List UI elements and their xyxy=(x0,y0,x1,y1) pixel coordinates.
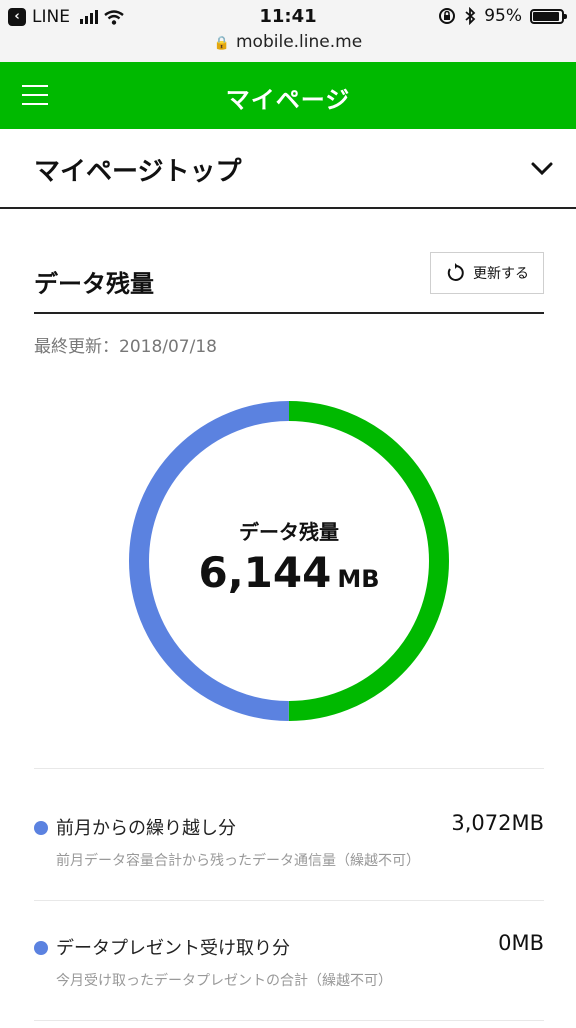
battery-percent: 95% xyxy=(484,6,522,26)
item-label: データプレゼント受け取り分 xyxy=(56,938,290,959)
divider xyxy=(34,900,544,901)
url-text: mobile.line.me xyxy=(236,32,363,52)
chevron-down-icon xyxy=(531,162,553,176)
item-note: 前月データ容量合計から残ったデータ通信量（繰越不可） xyxy=(56,853,420,869)
refresh-button[interactable]: 更新する xyxy=(430,252,544,294)
remaining-amount: 6,144 xyxy=(198,548,332,597)
bluetooth-icon xyxy=(465,7,476,25)
item-value: 3,072MB xyxy=(451,811,544,835)
section-title: マイページトップ xyxy=(34,157,242,187)
item-label: 前月からの繰り越し分 xyxy=(56,818,236,839)
section-selector[interactable]: マイページトップ xyxy=(0,129,576,209)
donut-label: データ残量 xyxy=(239,520,339,544)
refresh-label: 更新する xyxy=(473,266,529,282)
carryover-dot xyxy=(34,821,48,835)
page-title: マイページ xyxy=(225,86,351,114)
list-item: 前月からの繰り越し分 3,072MB 前月データ容量合計から残ったデータ通信量（… xyxy=(34,808,544,908)
item-value: 0MB xyxy=(498,931,544,955)
divider xyxy=(34,1020,544,1021)
item-note: 今月受け取ったデータプレゼントの合計（繰越不可） xyxy=(56,973,392,989)
last-update-text: 最終更新：2018/07/18 xyxy=(34,337,217,357)
present-dot xyxy=(34,941,48,955)
data-card-header: データ残量 更新する xyxy=(34,248,544,314)
app-header: マイページ xyxy=(0,62,576,129)
browser-chrome: ‹ LINE 11:41 95% 🔒 mobile.line.me xyxy=(0,0,576,63)
divider xyxy=(34,768,544,769)
battery-icon xyxy=(530,8,567,24)
list-item: データプレゼント受け取り分 0MB 今月受け取ったデータプレゼントの合計（繰越不… xyxy=(34,928,544,1028)
url-bar[interactable]: 🔒 mobile.line.me xyxy=(0,32,576,58)
rotation-lock-icon xyxy=(439,8,456,24)
lock-icon: 🔒 xyxy=(213,36,230,51)
status-bar: ‹ LINE 11:41 95% xyxy=(0,0,576,32)
remaining-unit: MB xyxy=(337,565,380,593)
data-card-title: データ残量 xyxy=(34,270,154,298)
donut-value: 6,144 MB xyxy=(128,548,450,597)
refresh-icon xyxy=(447,263,464,281)
